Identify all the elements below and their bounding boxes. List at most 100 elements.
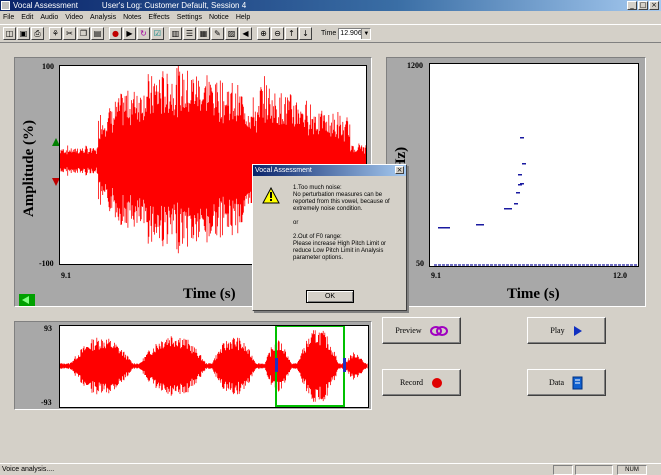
tree-icon[interactable]: ⚘ bbox=[49, 27, 62, 40]
cut-icon[interactable]: ✂ bbox=[63, 27, 76, 40]
record-label: Record bbox=[399, 378, 424, 387]
dialog-line-2: No perturbation measures can be reported… bbox=[293, 192, 390, 212]
window-subtitle: User's Log: Customer Default, Session 4 bbox=[101, 1, 247, 10]
selection-start-marker bbox=[275, 358, 278, 372]
play-button[interactable]: Play bbox=[527, 317, 606, 344]
preview-button[interactable]: Preview bbox=[382, 317, 461, 344]
amplitude-y-max: 100 bbox=[42, 62, 54, 71]
dialog-line-4: 2.Out of F0 range: bbox=[293, 234, 342, 240]
data-button[interactable]: Data bbox=[527, 369, 606, 396]
preview-icon bbox=[429, 325, 448, 336]
document-icon[interactable]: ▦ bbox=[197, 27, 210, 40]
record-icon bbox=[432, 377, 443, 388]
edit-icon[interactable]: ✎ bbox=[211, 27, 224, 40]
dialog-close-button[interactable]: × bbox=[395, 166, 404, 174]
close-button[interactable]: × bbox=[649, 1, 659, 10]
time-select[interactable]: 12.906 ▼ bbox=[338, 27, 372, 40]
menu-file[interactable]: File bbox=[3, 14, 14, 21]
dialog-line-5: Please increase High Pitch Limit or redu… bbox=[293, 241, 387, 261]
list-icon[interactable]: ☰ bbox=[183, 27, 196, 40]
menu-effects[interactable]: Effects bbox=[148, 14, 169, 21]
preview-label: Preview bbox=[395, 326, 422, 335]
pitch-point bbox=[516, 192, 520, 194]
num-lock-indicator: NUM bbox=[617, 465, 647, 475]
selection-end-marker bbox=[343, 358, 346, 372]
time-label: Time bbox=[321, 30, 337, 37]
menu-bar: File Edit Audio Video Analysis Notes Eff… bbox=[0, 12, 661, 23]
copy-icon[interactable]: ❐ bbox=[77, 27, 90, 40]
scroll-left-icon[interactable] bbox=[19, 294, 35, 306]
minimize-button[interactable]: _ bbox=[627, 1, 637, 10]
amplitude-y-min: -100 bbox=[39, 259, 54, 268]
pitch-point bbox=[446, 227, 450, 229]
time-value: 12.906 bbox=[340, 29, 362, 37]
dialog-line-1: 1.Too much noise: bbox=[293, 185, 342, 191]
menu-notes[interactable]: Notes bbox=[123, 14, 141, 21]
menu-video[interactable]: Video bbox=[65, 14, 83, 21]
maximize-button[interactable]: □ bbox=[638, 1, 648, 10]
status-text: Voice analysis.... bbox=[2, 466, 55, 473]
menu-edit[interactable]: Edit bbox=[21, 14, 33, 21]
amplitude-x-start: 9.1 bbox=[61, 271, 71, 280]
check-icon[interactable]: ☑ bbox=[151, 27, 164, 40]
data-icon bbox=[572, 376, 583, 389]
pitch-y-min: 50 bbox=[416, 259, 424, 268]
chart-icon[interactable]: ▨ bbox=[225, 27, 238, 40]
pitch-point bbox=[520, 183, 524, 185]
menu-settings[interactable]: Settings bbox=[177, 14, 202, 21]
record-icon[interactable]: ● bbox=[109, 27, 122, 40]
overview-plot[interactable] bbox=[59, 325, 369, 408]
pitch-plot[interactable] bbox=[429, 63, 639, 267]
menu-analysis[interactable]: Analysis bbox=[90, 14, 116, 21]
overview-waveform bbox=[60, 326, 368, 407]
pitch-contour bbox=[434, 137, 638, 266]
overview-y-min: -93 bbox=[41, 398, 52, 407]
dialog-title: Vocal Assessment bbox=[255, 167, 312, 174]
up-arrow-icon[interactable]: ↑ bbox=[285, 27, 298, 40]
amplitude-y-axis-title: Amplitude (%) bbox=[21, 119, 38, 218]
record-button[interactable]: Record bbox=[382, 369, 461, 396]
toolbar: ◫ ▣ ⎙ ⚘ ✂ ❐ ▤ ● ▶ ↻ ☑ ▥ ☰ ▦ ✎ ▨ ◀ ⊕ ⊖ ↑ … bbox=[0, 24, 661, 43]
pitch-point bbox=[480, 224, 484, 226]
dialog-ok-button[interactable]: OK bbox=[306, 290, 354, 303]
pitch-y-max: 1200 bbox=[407, 61, 423, 70]
new-icon[interactable]: ◫ bbox=[3, 27, 16, 40]
pitch-point bbox=[520, 137, 524, 139]
pitch-point bbox=[508, 208, 512, 210]
chevron-down-icon[interactable]: ▼ bbox=[361, 28, 371, 39]
menu-help[interactable]: Help bbox=[236, 14, 250, 21]
save-icon[interactable]: ▣ bbox=[17, 27, 30, 40]
overview-trace bbox=[60, 330, 368, 402]
play-icon[interactable]: ▶ bbox=[123, 27, 136, 40]
notes-icon[interactable]: ▥ bbox=[169, 27, 182, 40]
amplitude-x-axis-title: Time (s) bbox=[183, 286, 236, 302]
status-pane-1 bbox=[553, 465, 573, 475]
zoom-out-icon[interactable]: ⊖ bbox=[271, 27, 284, 40]
pitch-point bbox=[476, 224, 480, 226]
zoom-in-icon[interactable]: ⊕ bbox=[257, 27, 270, 40]
pitch-point bbox=[518, 174, 522, 176]
pitch-point bbox=[504, 208, 508, 210]
back-icon[interactable]: ◀ bbox=[239, 27, 252, 40]
warning-icon bbox=[262, 187, 280, 204]
menu-notice[interactable]: Notice bbox=[209, 14, 229, 21]
pitch-point bbox=[438, 227, 442, 229]
menu-audio[interactable]: Audio bbox=[40, 14, 58, 21]
pitch-point bbox=[522, 163, 526, 165]
print-icon[interactable]: ⎙ bbox=[31, 27, 44, 40]
overview-y-max: 93 bbox=[44, 324, 52, 333]
title-bar: Vocal Assessment User's Log: Customer De… bbox=[0, 0, 661, 11]
data-label: Data bbox=[548, 378, 565, 387]
play-icon bbox=[573, 325, 582, 336]
window-title: Vocal Assessment bbox=[13, 1, 78, 10]
loop-icon[interactable]: ↻ bbox=[137, 27, 150, 40]
app-icon bbox=[1, 1, 10, 10]
down-arrow-icon[interactable]: ↓ bbox=[299, 27, 312, 40]
pitch-panel: 1200 50 9.1 12.0 Hz) Time (s) bbox=[386, 57, 646, 307]
overview-panel: 93 -93 bbox=[14, 321, 372, 410]
status-pane-2 bbox=[575, 465, 613, 475]
app-window: Vocal Assessment User's Log: Customer De… bbox=[0, 0, 661, 475]
pitch-x-end: 12.0 bbox=[613, 271, 627, 280]
pitch-point bbox=[514, 203, 518, 205]
paste-icon[interactable]: ▤ bbox=[91, 27, 104, 40]
